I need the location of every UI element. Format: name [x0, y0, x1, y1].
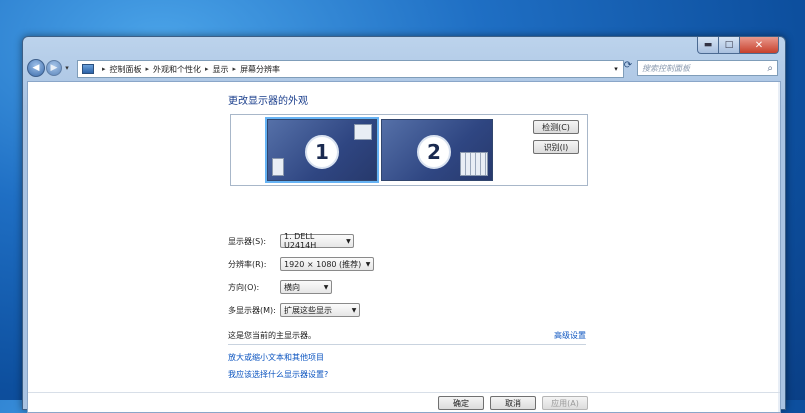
minimize-button[interactable]: ▬ — [697, 37, 719, 54]
forward-arrow-icon[interactable]: ▶ — [46, 60, 62, 76]
ok-button[interactable]: 确定 — [438, 396, 484, 410]
window-grid-icon — [460, 152, 488, 176]
orientation-row: 方向(O): 横向 ▼ — [228, 280, 332, 294]
search-icon[interactable]: ⌕ — [767, 63, 773, 74]
multi-display-select-value: 扩展这些显示 — [284, 305, 332, 315]
chevron-right-icon[interactable]: ▸ — [146, 65, 150, 73]
orientation-label: 方向(O): — [228, 282, 260, 292]
chevron-down-icon: ▼ — [323, 283, 329, 291]
chevron-down-icon: ▼ — [351, 306, 357, 314]
scrollbar[interactable] — [778, 82, 780, 412]
monitor-1-tile[interactable]: 1 — [265, 117, 379, 183]
apply-button[interactable]: 应用(A) — [542, 396, 588, 410]
search-input[interactable]: 搜索控制面板 ⌕ — [637, 60, 778, 76]
display-select[interactable]: 1. DELL U2414H ▼ — [280, 232, 354, 250]
multi-display-select[interactable]: 扩展这些显示 ▼ — [280, 303, 360, 317]
breadcrumb-control-panel[interactable]: 控制面板 — [110, 64, 142, 75]
primary-display-info: 这是您当前的主显示器。 高级设置 — [228, 330, 586, 341]
page-title: 更改显示器的外观 — [228, 96, 308, 107]
caption-buttons: ▬ □ ✕ — [697, 37, 779, 54]
address-bar[interactable]: ▸ 控制面板 ▸ 外观和个性化 ▸ 显示 ▸ 屏幕分辨率 ▾ — [77, 60, 624, 78]
enlarge-text-link[interactable]: 放大或缩小文本和其他项目 — [228, 352, 324, 363]
maximize-button[interactable]: □ — [719, 37, 740, 54]
identify-button[interactable]: 识别(I) — [533, 140, 579, 154]
breadcrumb-screen-resolution[interactable]: 屏幕分辨率 — [240, 64, 280, 75]
monitor-arrangement-panel: 1 2 检测(C) 识别(I) — [230, 114, 588, 186]
display-help-link[interactable]: 我应该选择什么显示器设置? — [228, 369, 328, 380]
chevron-right-icon[interactable]: ▸ — [102, 65, 106, 73]
control-panel-window: ▬ □ ✕ ◀ ▶ ▾ ▸ 控制面板 ▸ 外观和个性化 ▸ 显示 ▸ 屏幕分辨率… — [22, 36, 786, 413]
resolution-label: 分辨率(R): — [228, 259, 267, 269]
resolution-select-value: 1920 × 1080 (推荐) — [284, 259, 362, 269]
back-arrow-icon[interactable]: ◀ — [27, 59, 45, 77]
refresh-icon[interactable]: ⟳ — [619, 60, 637, 76]
main-content: 更改显示器的外观 1 2 检测(C) 识别(I) 显示器(S): 1. DELL… — [27, 81, 781, 413]
recent-pages-chevron-icon[interactable]: ▾ — [63, 64, 71, 72]
cancel-button[interactable]: 取消 — [490, 396, 536, 410]
display-select-value: 1. DELL U2414H — [284, 232, 317, 250]
control-panel-icon — [82, 64, 94, 74]
search-placeholder: 搜索控制面板 — [642, 63, 690, 73]
chevron-right-icon[interactable]: ▸ — [233, 65, 237, 73]
navigation-bar: ◀ ▶ ▾ ▸ 控制面板 ▸ 外观和个性化 ▸ 显示 ▸ 屏幕分辨率 ▾ 搜索控… — [27, 57, 781, 79]
close-button[interactable]: ✕ — [740, 37, 779, 54]
monitor-number-1: 1 — [305, 135, 339, 169]
multi-display-row: 多显示器(M): 扩展这些显示 ▼ — [228, 303, 360, 317]
orientation-select[interactable]: 横向 ▼ — [280, 280, 332, 294]
advanced-settings-link[interactable]: 高级设置 — [554, 330, 586, 341]
breadcrumb-appearance[interactable]: 外观和个性化 — [153, 64, 201, 75]
window-icon — [354, 124, 372, 140]
chevron-right-icon[interactable]: ▸ — [205, 65, 209, 73]
footer-divider — [28, 392, 780, 393]
resolution-select[interactable]: 1920 × 1080 (推荐) ▼ — [280, 257, 374, 271]
monitor-actions: 检测(C) 识别(I) — [533, 120, 579, 154]
breadcrumb-display[interactable]: 显示 — [213, 64, 229, 75]
divider — [228, 344, 586, 345]
orientation-select-value: 横向 — [284, 282, 300, 292]
monitor-2-tile[interactable]: 2 — [381, 119, 493, 181]
display-label: 显示器(S): — [228, 236, 267, 246]
chevron-down-icon: ▼ — [346, 237, 351, 245]
footer-buttons: 确定 取消 应用(A) — [438, 396, 588, 410]
multi-display-label: 多显示器(M): — [228, 305, 276, 315]
monitor-number-2: 2 — [417, 135, 451, 169]
taskbar-icon — [272, 158, 284, 176]
resolution-row: 分辨率(R): 1920 × 1080 (推荐) ▼ — [228, 257, 374, 271]
display-row: 显示器(S): 1. DELL U2414H ▼ — [228, 232, 354, 250]
primary-display-text: 这是您当前的主显示器。 — [228, 331, 316, 340]
chevron-down-icon: ▼ — [365, 260, 371, 268]
detect-button[interactable]: 检测(C) — [533, 120, 579, 134]
